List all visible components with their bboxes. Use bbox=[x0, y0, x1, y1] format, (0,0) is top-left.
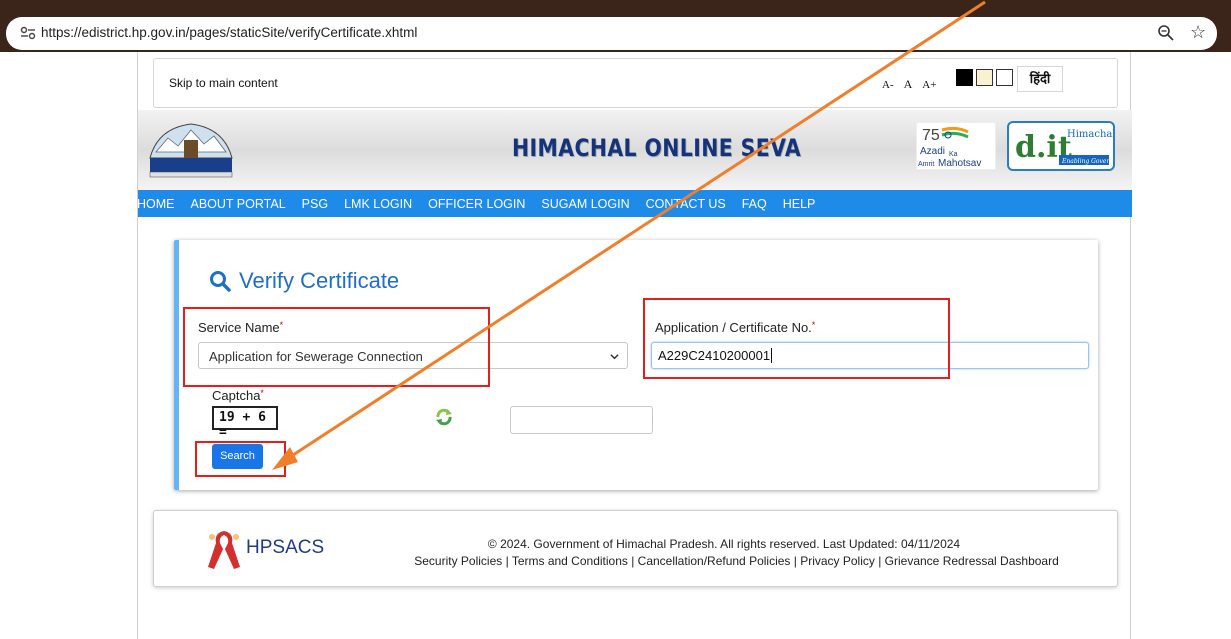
site-info-icon[interactable] bbox=[20, 26, 36, 40]
theme-cream-button[interactable] bbox=[976, 69, 993, 86]
bookmark-star-icon[interactable]: ☆ bbox=[1190, 22, 1206, 42]
highlight-box-service bbox=[183, 307, 490, 387]
font-size-controls: A- A A+ bbox=[882, 77, 936, 92]
azadi-ka-amrit-mahotsav-logo: 75 Azadi Ka Amrit Mahotsav bbox=[916, 122, 996, 170]
nav-lmk-login[interactable]: LMK LOGIN bbox=[344, 197, 412, 211]
svg-text:Himachal: Himachal bbox=[1067, 129, 1115, 140]
copyright-text: © 2024. Government of Himachal Pradesh. … bbox=[487, 537, 961, 551]
theme-white-button[interactable] bbox=[996, 69, 1013, 86]
footer-links[interactable]: Security Policies | Terms and Conditions… bbox=[154, 554, 1119, 568]
header-banner: HIMACHAL ONLINE SEVA 75 Azadi Ka Amrit M… bbox=[138, 110, 1132, 190]
nav-sugam-login[interactable]: SUGAM LOGIN bbox=[541, 197, 629, 211]
font-increase-button[interactable]: A+ bbox=[922, 79, 936, 91]
zoom-icon[interactable] bbox=[1157, 24, 1175, 42]
theme-black-button[interactable] bbox=[956, 69, 973, 86]
font-normal-button[interactable]: A bbox=[904, 77, 913, 92]
font-decrease-button[interactable]: A- bbox=[882, 79, 894, 91]
highlight-box-search bbox=[195, 441, 286, 477]
skip-to-main-link[interactable]: Skip to main content bbox=[169, 76, 278, 90]
svg-text:75: 75 bbox=[922, 127, 940, 144]
nav-home[interactable]: HOME bbox=[137, 197, 175, 211]
footer: HPSACS © 2024. Government of Himachal Pr… bbox=[153, 510, 1118, 587]
captcha-label-text: Captcha bbox=[212, 388, 261, 403]
svg-text:Mahotsav: Mahotsav bbox=[938, 158, 981, 169]
nav-officer-login[interactable]: OFFICER LOGIN bbox=[428, 197, 525, 211]
url-text[interactable]: https://edistrict.hp.gov.in/pages/static… bbox=[41, 25, 417, 40]
dit-himachal-logo: d.it Himachal Enabling Governance bbox=[1007, 121, 1115, 171]
captcha-input[interactable] bbox=[510, 406, 653, 434]
accessibility-toolbar: Skip to main content A- A A+ हिंदी bbox=[153, 58, 1118, 108]
hp-emblem-logo bbox=[149, 123, 233, 178]
address-bar[interactable]: https://edistrict.hp.gov.in/pages/static… bbox=[6, 17, 1217, 50]
nav-about-portal[interactable]: ABOUT PORTAL bbox=[191, 197, 286, 211]
main-navigation: HOME ABOUT PORTAL PSG LMK LOGIN OFFICER … bbox=[137, 190, 1132, 217]
site-title: HIMACHAL ONLINE SEVA bbox=[512, 134, 802, 162]
form-title: Verify Certificate bbox=[209, 268, 399, 294]
refresh-captcha-icon[interactable] bbox=[435, 408, 453, 426]
required-marker: * bbox=[260, 388, 264, 398]
chevron-down-icon bbox=[610, 354, 619, 360]
nav-faq[interactable]: FAQ bbox=[742, 197, 767, 211]
svg-text:Ka: Ka bbox=[949, 151, 958, 158]
captcha-image: 19 + 6 = bbox=[212, 406, 278, 440]
svg-text:Amrit: Amrit bbox=[918, 161, 934, 168]
language-hindi-button[interactable]: हिंदी bbox=[1017, 66, 1063, 92]
nav-contact-us[interactable]: CONTACT US bbox=[646, 197, 726, 211]
svg-text:Azadi: Azadi bbox=[920, 146, 945, 157]
browser-top-bar: https://edistrict.hp.gov.in/pages/static… bbox=[0, 0, 1231, 52]
captcha-label: Captcha* bbox=[212, 388, 264, 403]
svg-text:Enabling Governance: Enabling Governance bbox=[1061, 158, 1115, 165]
search-icon bbox=[210, 271, 231, 292]
nav-help[interactable]: HELP bbox=[783, 197, 816, 211]
highlight-box-application bbox=[643, 298, 950, 379]
form-title-text: Verify Certificate bbox=[239, 268, 400, 293]
nav-psg[interactable]: PSG bbox=[302, 197, 328, 211]
